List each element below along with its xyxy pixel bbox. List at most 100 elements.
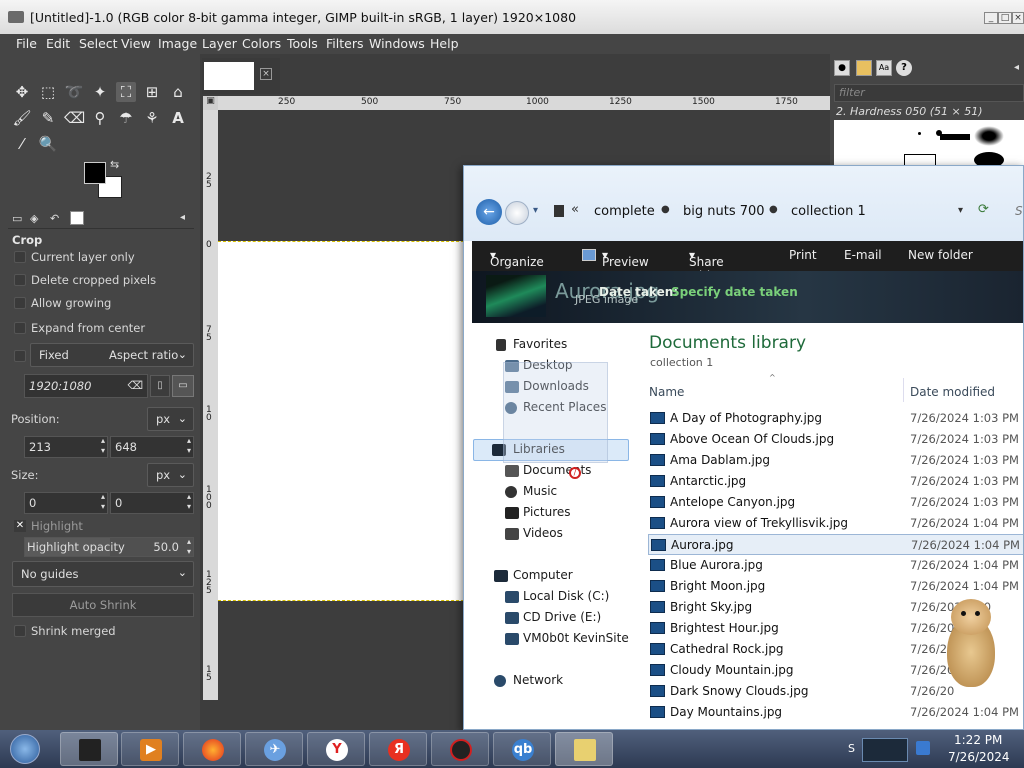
current-layer-only-checkbox[interactable]	[14, 251, 26, 263]
brush-bar[interactable]	[940, 134, 970, 140]
refresh-icon[interactable]: ⟳	[978, 202, 989, 217]
warp-tool-icon[interactable]: ⌂	[168, 82, 188, 102]
tool-options-tab-icon[interactable]: ▭	[12, 212, 22, 225]
menu-file[interactable]: File	[16, 36, 37, 51]
rect-select-tool-icon[interactable]: ⬚	[38, 82, 58, 102]
recent-pages-chevron-icon[interactable]: ▾	[533, 205, 538, 216]
tray-show-hidden-icon[interactable]: S	[848, 742, 855, 755]
pattern-tab-icon[interactable]	[856, 60, 872, 76]
crop-tool-icon[interactable]: ⛶	[116, 82, 136, 102]
minimize-button[interactable]: _	[984, 12, 998, 24]
zoom-tool-icon[interactable]: 🔍	[38, 134, 58, 154]
nav-videos[interactable]: Videos	[523, 526, 563, 540]
expand-from-center-checkbox[interactable]	[14, 322, 26, 334]
fixed-checkbox[interactable]	[14, 350, 26, 362]
close-tab-icon[interactable]: ×	[260, 68, 272, 80]
brush-filter-input[interactable]: filter	[834, 84, 1024, 102]
position-unit-select[interactable]: px ⌄	[147, 407, 194, 431]
size-width-input[interactable]: 0 ▴ ▾	[24, 492, 108, 514]
back-button-icon[interactable]: ←	[476, 199, 502, 225]
close-button[interactable]: ×	[1012, 12, 1024, 24]
file-row[interactable]: Antelope Canyon.jpg 7/26/2024 1:03 PM	[648, 492, 1023, 513]
search-box[interactable]: Se	[1015, 204, 1023, 218]
spin-arrows-icon[interactable]: ▴ ▾	[187, 436, 191, 456]
clone-tool-icon[interactable]: ⚲	[90, 108, 110, 128]
highlight-checkbox[interactable]: ✕	[14, 520, 26, 532]
smudge-tool-icon[interactable]: ☂	[116, 108, 136, 128]
allow-growing-checkbox[interactable]	[14, 297, 26, 309]
column-header-name[interactable]: Name	[649, 385, 684, 399]
nav-cd-drive[interactable]: CD Drive (E:)	[523, 610, 601, 624]
taskbar-red-app[interactable]	[431, 732, 489, 766]
breadcrumb-separator-icon[interactable]: ●	[661, 204, 670, 215]
taskbar-gimp[interactable]	[60, 732, 118, 766]
file-row-selected[interactable]: Aurora.jpg 7/26/2024 1:04 PM	[648, 534, 1023, 555]
taskbar-yandex[interactable]: Я	[369, 732, 427, 766]
clock-time[interactable]: 1:22 PM	[954, 733, 1002, 747]
file-row[interactable]: Blue Aurora.jpg 7/26/2024 1:04 PM	[648, 555, 1023, 576]
taskbar-firefox[interactable]	[183, 732, 241, 766]
image-canvas[interactable]	[218, 241, 464, 601]
help-tab-icon[interactable]: ?	[896, 60, 912, 76]
spin-arrows-icon[interactable]: ▴ ▾	[187, 492, 191, 512]
image-tab[interactable]: ×	[202, 58, 280, 94]
fuzzy-select-tool-icon[interactable]: ✦	[90, 82, 110, 102]
file-row[interactable]: Aurora view of Trekyllisvik.jpg 7/26/2024…	[648, 513, 1023, 534]
nav-pictures[interactable]: Pictures	[523, 505, 571, 519]
portrait-orientation-button[interactable]: ▯	[150, 375, 170, 397]
delete-cropped-checkbox[interactable]	[14, 274, 26, 286]
auto-shrink-button[interactable]: Auto Shrink	[12, 593, 194, 617]
highlight-opacity-slider[interactable]: Highlight opacity 50.0 ▴ ▾	[24, 537, 194, 557]
brush-tab-icon[interactable]: ●	[834, 60, 850, 76]
images-tab-icon[interactable]	[70, 211, 84, 225]
menu-view[interactable]: View	[121, 36, 151, 51]
text-tool-icon[interactable]: A	[168, 108, 188, 128]
paintbrush-tool-icon[interactable]: ✎	[38, 108, 58, 128]
taskbar-media-player[interactable]: ▶	[121, 732, 179, 766]
taskbar-explorer[interactable]	[555, 732, 613, 766]
maximize-button[interactable]: □	[998, 12, 1012, 24]
forward-button-icon[interactable]	[505, 201, 529, 225]
nav-music[interactable]: Music	[523, 484, 557, 498]
font-tab-icon[interactable]: Aa	[876, 60, 892, 76]
clear-field-icon[interactable]: ⌫	[127, 375, 143, 397]
file-row[interactable]: A Day of Photography.jpg 7/26/2024 1:03 P…	[648, 408, 1023, 429]
menu-filters[interactable]: Filters	[326, 36, 363, 51]
nav-documents[interactable]: Documents	[523, 463, 591, 477]
menu-colors[interactable]: Colors	[242, 36, 281, 51]
nav-computer[interactable]: Computer	[513, 568, 573, 582]
tray-network-icon[interactable]	[916, 741, 930, 755]
file-row[interactable]: Above Ocean Of Clouds.jpg 7/26/2024 1:03 …	[648, 429, 1023, 450]
taskbar-qbittorrent[interactable]: qb	[493, 732, 551, 766]
paths-tool-icon[interactable]: ⚘	[142, 108, 162, 128]
undo-history-tab-icon[interactable]: ↶	[50, 212, 59, 225]
date-taken-value[interactable]: Specify date taken	[671, 285, 798, 299]
nav-local-disk[interactable]: Local Disk (C:)	[523, 589, 609, 603]
swap-colors-icon[interactable]: ⇆	[110, 158, 119, 171]
size-height-input[interactable]: 0 ▴ ▾	[110, 492, 194, 514]
move-tool-icon[interactable]: ✥	[12, 82, 32, 102]
landscape-orientation-button[interactable]: ▭	[172, 375, 194, 397]
file-row[interactable]: Antarctic.jpg 7/26/2024 1:03 PM	[648, 471, 1023, 492]
eraser-tool-icon[interactable]: ⌫	[64, 108, 85, 128]
file-row[interactable]: Bright Moon.jpg 7/26/2024 1:04 PM	[648, 576, 1023, 597]
spin-arrows-icon[interactable]: ▴ ▾	[187, 537, 191, 557]
position-y-input[interactable]: 648 ▴ ▾	[110, 436, 194, 458]
taskbar-yandex-browser[interactable]: Y	[307, 732, 365, 766]
menu-windows[interactable]: Windows	[369, 36, 425, 51]
menu-help[interactable]: Help	[430, 36, 459, 51]
email-button[interactable]: E-mail	[844, 248, 882, 262]
free-select-tool-icon[interactable]: ➰	[64, 82, 84, 102]
dock-menu-icon[interactable]: ◂	[1014, 62, 1019, 73]
nav-vm-drive[interactable]: VM0b0t KevinSite	[523, 631, 629, 645]
brush-grid[interactable]	[834, 120, 1024, 168]
path-overflow-icon[interactable]: «	[571, 202, 579, 217]
transform-tool-icon[interactable]: ⊞	[142, 82, 162, 102]
file-row[interactable]: Day Mountains.jpg 7/26/2024 1:04 PM	[648, 702, 1023, 723]
aspect-ratio-input[interactable]: 1920:1080 ⌫	[24, 374, 148, 398]
nav-favorites[interactable]: Favorites	[513, 337, 567, 351]
tray-app-icon[interactable]	[862, 738, 908, 762]
menu-select[interactable]: Select	[79, 36, 118, 51]
file-row[interactable]: Ama Dablam.jpg 7/26/2024 1:03 PM	[648, 450, 1023, 471]
breadcrumb-collection[interactable]: collection 1	[791, 204, 866, 219]
